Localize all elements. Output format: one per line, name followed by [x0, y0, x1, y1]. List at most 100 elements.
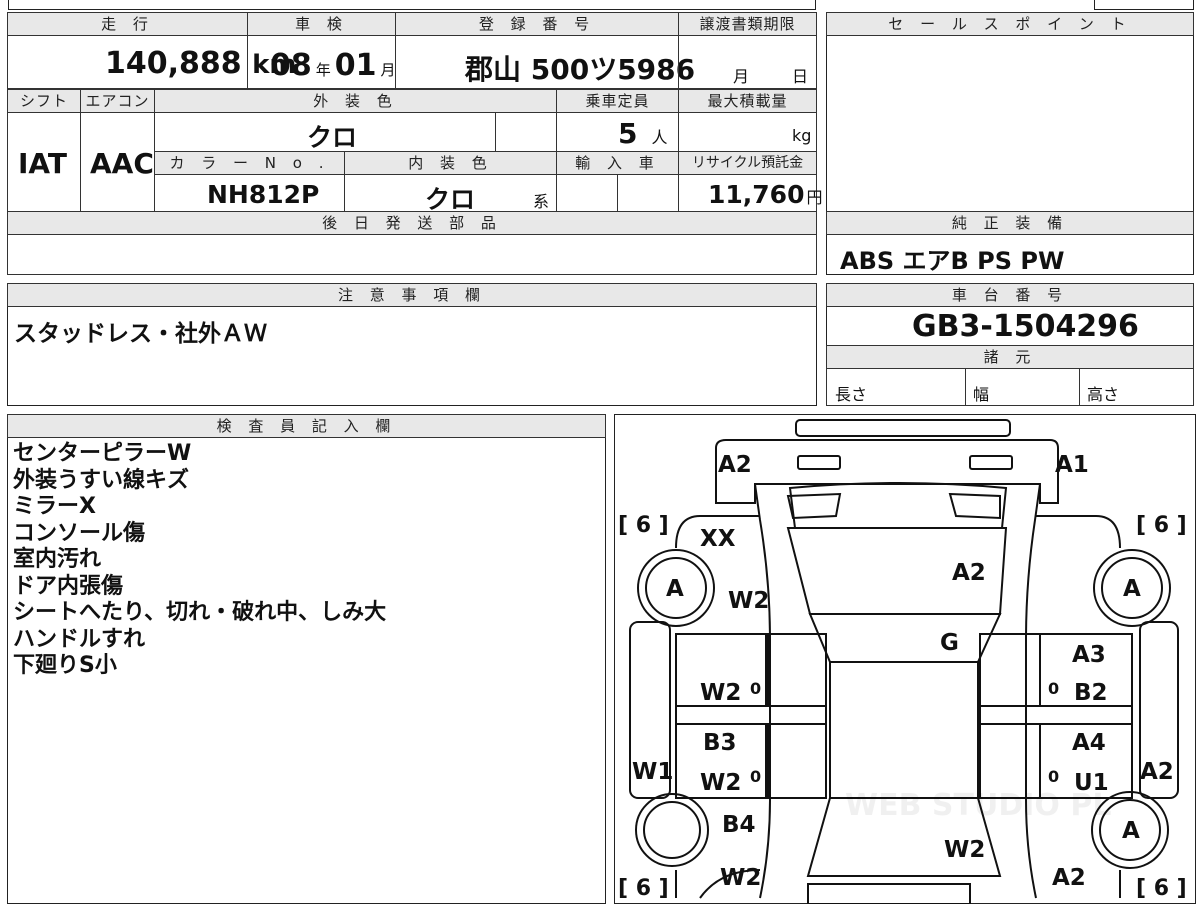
rear-left-wheel-inner: [643, 801, 701, 859]
damage-label: W2: [700, 770, 741, 796]
inspection-month-unit: 月: [380, 61, 396, 79]
inspection-year-unit: 年: [315, 61, 331, 79]
front-bumper-bar: [795, 419, 1011, 437]
transfer-month-unit: 月: [733, 67, 750, 86]
body-outline: [754, 483, 1041, 899]
inspector-note: 室内汚れ: [13, 547, 102, 572]
left-door-handle-1: [765, 633, 827, 707]
damage-label: A2: [1052, 865, 1086, 891]
damage-label: B2: [1074, 680, 1108, 706]
damage-label: W1: [632, 759, 673, 785]
damage-label: XX: [700, 526, 736, 552]
spec-width-label: 幅: [973, 385, 990, 404]
capacity-number: 5: [618, 117, 638, 150]
capacity-unit: 人: [651, 128, 668, 147]
left-door-handle-2: [765, 723, 827, 799]
damage-label: W2: [700, 680, 741, 706]
header-specs: 諸 元: [826, 345, 1194, 369]
transfer-day-unit: 日: [792, 67, 809, 86]
damage-label: W2: [944, 837, 985, 863]
hood-vent-right: [948, 492, 1001, 520]
exterior-color-extra-cell: [495, 112, 557, 152]
mileage-number: 140,888: [105, 46, 242, 81]
header-transfer-deadline: 譲渡書類期限: [678, 12, 817, 36]
zero-mark: 0: [750, 767, 761, 786]
inspection-year: 08: [270, 48, 312, 83]
damage-label: A1: [1055, 452, 1089, 478]
left-headlight: [797, 455, 841, 470]
hood-outline: [788, 482, 1008, 529]
zero-mark: 0: [1048, 679, 1059, 698]
header-interior-color: 内 装 色: [344, 151, 557, 175]
damage-label: U1: [1074, 770, 1109, 796]
hood-vent-left: [786, 492, 842, 520]
inspector-note: 外装うすい線キズ: [13, 467, 190, 493]
damage-label: W2: [720, 865, 761, 891]
inspector-note: コンソール傷: [13, 520, 146, 546]
damage-label: A: [1122, 818, 1140, 844]
recycle-number: 11,760: [708, 180, 805, 209]
damage-label: B3: [703, 730, 737, 756]
front-bumper-outline: [715, 439, 1059, 504]
header-notes: 注 意 事 項 欄: [7, 283, 817, 307]
damage-label: A: [666, 576, 684, 602]
header-equipment: 純 正 装 備: [826, 211, 1194, 235]
inspector-note: シートへたり、切れ・破れ中、しみ大: [13, 600, 387, 625]
zero-mark: 0: [750, 679, 761, 698]
tire-mark-front-right: [ 6 ]: [1136, 513, 1187, 538]
header-max-load: 最大積載量: [678, 89, 817, 113]
damage-label: A4: [1072, 730, 1106, 756]
header-registration: 登 録 番 号: [395, 12, 679, 36]
capacity-value: 5人: [618, 117, 668, 150]
import-cell-a: [556, 174, 618, 212]
import-cell-b: [617, 174, 679, 212]
right-door-frame-2: [979, 723, 1041, 799]
rear-bumper: [807, 883, 971, 904]
damage-label: B4: [722, 812, 756, 838]
left-step: [675, 705, 827, 725]
tire-mark-rear-right: [ 6 ]: [1136, 876, 1187, 901]
tire-mark-front-left: [ 6 ]: [618, 513, 669, 538]
header-recycle: リサイクル預託金: [678, 151, 817, 175]
header-shift: シフト: [7, 89, 81, 113]
later-parts-cell: [7, 234, 817, 275]
roof-panel: [829, 661, 979, 799]
damage-label: A: [1123, 576, 1141, 602]
max-load-unit: kg: [792, 126, 812, 145]
interior-color-suffix: 系: [533, 192, 550, 211]
right-door-frame-1: [979, 633, 1041, 707]
header-color-no: カ ラ ー N o .: [154, 151, 345, 175]
damage-label: A2: [1140, 759, 1174, 785]
header-aircon: エアコン: [80, 89, 155, 113]
inspector-note: 下廻りS小: [13, 653, 117, 678]
notes-value: スタッドレス・社外ＡＷ: [14, 321, 267, 347]
inspection-value: 08 年 01 月: [270, 48, 396, 83]
watermark: WEB STUDIO PL: [845, 788, 1111, 823]
front-right-fender: [1036, 515, 1121, 549]
damage-label: A2: [952, 560, 986, 586]
rear-left-wheel: [635, 793, 709, 867]
zero-mark: 0: [1048, 767, 1059, 786]
equipment-value: ABS エアB PS PW: [840, 247, 1065, 275]
header-sale-points: セ ー ル ス ポ イ ン ト: [826, 12, 1194, 36]
chassis-value: GB3-1504296: [912, 309, 1139, 344]
damage-label: A2: [718, 452, 752, 478]
header-exterior-color: 外 装 色: [154, 89, 557, 113]
aircon-value: AAC: [90, 147, 154, 180]
top-strip: [8, 0, 816, 10]
damage-label: A3: [1072, 642, 1106, 668]
tire-mark-rear-left: [ 6 ]: [618, 876, 669, 901]
damage-label: W2: [728, 588, 769, 614]
sale-points-box: [826, 12, 1194, 213]
recycle-unit: 円: [806, 188, 823, 207]
damage-label: G: [940, 630, 959, 656]
inspector-note: ハンドルすれ: [13, 626, 146, 652]
inspector-note: センターピラーW: [13, 441, 192, 466]
header-chassis: 車 台 番 号: [826, 283, 1194, 307]
inspection-month: 01: [334, 48, 377, 83]
header-later-parts: 後 日 発 送 部 品: [7, 211, 817, 235]
registration-plate: 郡山 500ツ5986: [465, 53, 696, 86]
shift-value: IAT: [18, 147, 68, 180]
color-no-value: NH812P: [207, 180, 320, 209]
front-cabin: [808, 613, 1002, 663]
